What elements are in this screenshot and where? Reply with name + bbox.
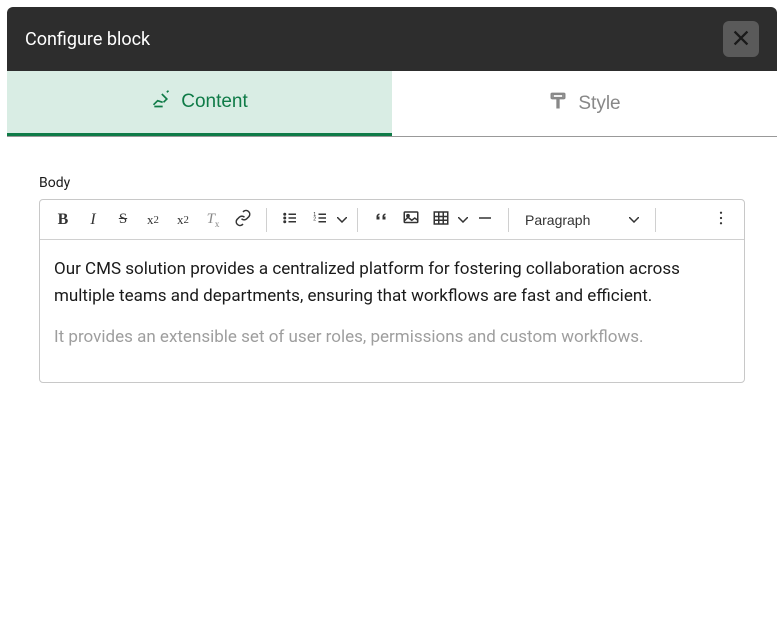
editor-paragraph: It provides an extensible set of user ro… bbox=[54, 324, 730, 351]
toolbar-group-more bbox=[702, 200, 740, 239]
ordered-list-button[interactable]: 12 bbox=[305, 205, 335, 235]
toolbar-divider bbox=[508, 208, 509, 232]
toolbar-divider bbox=[655, 208, 656, 232]
quote-icon bbox=[372, 209, 390, 230]
editor-paragraph: Our CMS solution provides a centralized … bbox=[54, 256, 730, 310]
list-dropdown-caret[interactable] bbox=[335, 217, 349, 223]
rich-text-editor: B I S x2 x2 Tx bbox=[39, 199, 745, 383]
toolbar-group-lists: 12 bbox=[271, 200, 353, 239]
tab-content[interactable]: Content bbox=[7, 71, 392, 136]
tab-content-label: Content bbox=[181, 91, 248, 113]
more-vertical-icon bbox=[712, 209, 730, 230]
body-label: Body bbox=[39, 175, 745, 191]
content-icon bbox=[151, 89, 171, 115]
content-panel: Body B I S x2 x2 Tx bbox=[7, 137, 777, 383]
toolbar-divider bbox=[266, 208, 267, 232]
bold-button[interactable]: B bbox=[48, 205, 78, 235]
toolbar-group-insert bbox=[362, 200, 504, 239]
italic-button[interactable]: I bbox=[78, 205, 108, 235]
configure-block-modal: Configure block Content Style Body B bbox=[7, 7, 777, 383]
strikethrough-button[interactable]: S bbox=[108, 205, 138, 235]
editor-body[interactable]: Our CMS solution provides a centralized … bbox=[40, 240, 744, 382]
clear-format-button[interactable]: Tx bbox=[198, 205, 228, 235]
tab-bar: Content Style bbox=[7, 71, 777, 137]
link-icon bbox=[234, 209, 252, 230]
toolbar-divider bbox=[357, 208, 358, 232]
modal-header: Configure block bbox=[7, 7, 777, 71]
toolbar-group-block: Paragraph bbox=[513, 200, 651, 239]
table-dropdown-caret[interactable] bbox=[456, 217, 470, 223]
editor-toolbar: B I S x2 x2 Tx bbox=[40, 200, 744, 240]
hr-icon bbox=[476, 209, 494, 230]
horizontal-rule-button[interactable] bbox=[470, 205, 500, 235]
modal-title: Configure block bbox=[25, 29, 150, 50]
tab-style[interactable]: Style bbox=[392, 71, 777, 136]
image-icon bbox=[402, 209, 420, 230]
table-icon bbox=[432, 209, 450, 230]
ordered-list-icon: 12 bbox=[311, 209, 329, 230]
toolbar-group-format: B I S x2 x2 Tx bbox=[44, 200, 262, 239]
style-icon bbox=[548, 91, 568, 117]
bullet-list-icon bbox=[281, 209, 299, 230]
table-button[interactable] bbox=[426, 205, 456, 235]
close-button[interactable] bbox=[723, 21, 759, 57]
svg-text:2: 2 bbox=[313, 216, 316, 222]
blockquote-button[interactable] bbox=[366, 205, 396, 235]
subscript-button[interactable]: x2 bbox=[168, 205, 198, 235]
bullet-list-button[interactable] bbox=[275, 205, 305, 235]
superscript-button[interactable]: x2 bbox=[138, 205, 168, 235]
more-options-button[interactable] bbox=[706, 205, 736, 235]
link-button[interactable] bbox=[228, 205, 258, 235]
clear-format-icon: Tx bbox=[207, 211, 220, 229]
tab-style-label: Style bbox=[578, 93, 620, 115]
block-format-select[interactable]: Paragraph bbox=[517, 206, 647, 234]
close-icon bbox=[730, 27, 752, 52]
image-button[interactable] bbox=[396, 205, 426, 235]
